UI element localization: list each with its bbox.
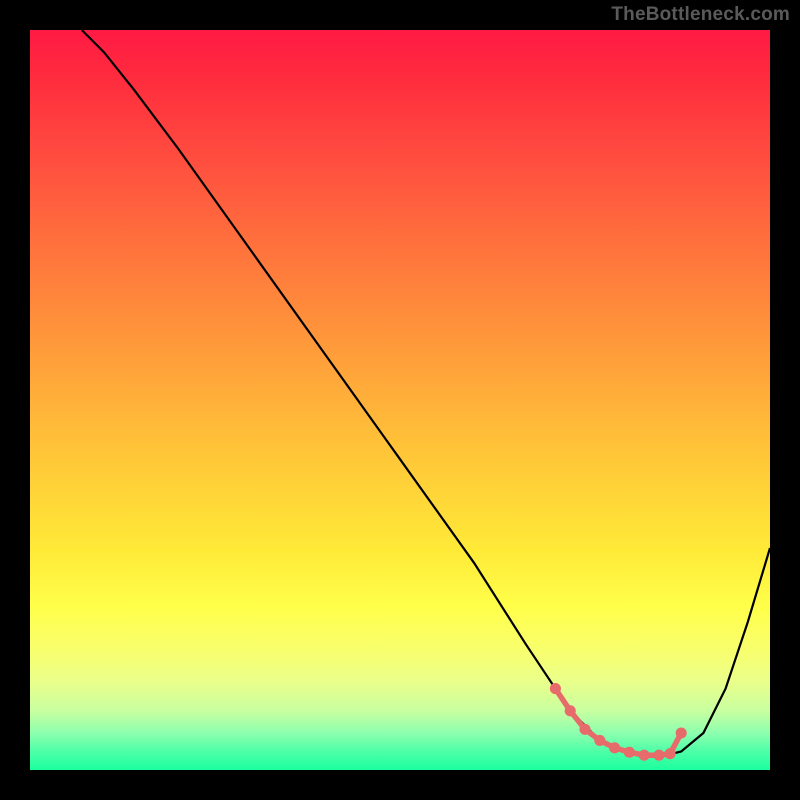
highlight-dot [624,747,635,758]
highlight-dot [609,742,620,753]
highlight-dot [565,705,576,716]
highlight-dot [639,750,650,761]
highlight-dot [676,727,687,738]
highlight-dot [550,683,561,694]
chart-svg [30,30,770,770]
highlight-dot [653,750,664,761]
bottleneck-curve-path [82,30,770,755]
watermark-text: TheBottleneck.com [611,4,790,26]
chart-gradient-area [30,30,770,770]
highlight-dot [665,748,676,759]
highlight-dot [594,735,605,746]
optimal-zone-markers [550,683,687,761]
highlight-dot [579,724,590,735]
